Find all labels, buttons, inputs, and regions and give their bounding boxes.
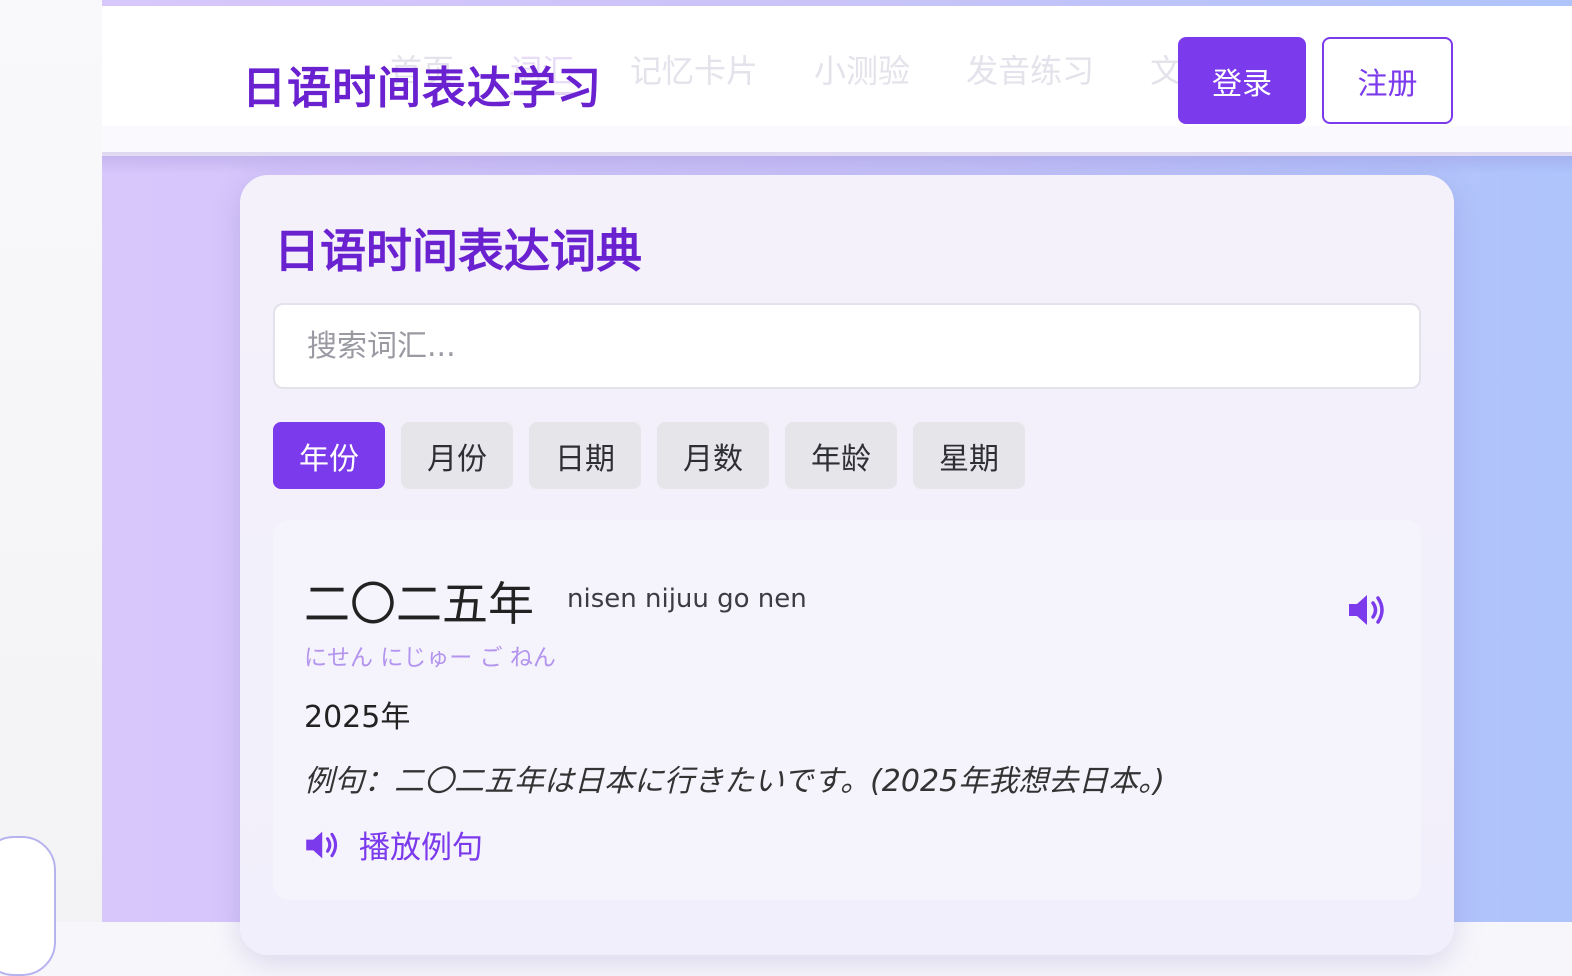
tab-age[interactable]: 年龄: [785, 422, 897, 489]
entry-meaning: 2025年: [304, 700, 411, 735]
register-button[interactable]: 注册: [1322, 37, 1453, 124]
play-example-label: 播放例句: [359, 830, 483, 866]
left-strip: [0, 0, 102, 922]
tab-date[interactable]: 日期: [529, 422, 641, 489]
play-word-button[interactable]: [1347, 592, 1391, 628]
entry-romaji: nisen nijuu go nen: [567, 584, 807, 614]
dictionary-card: 日语时间表达词典 年份 月份 日期 月数 年龄 星期 二〇二五年 nisen n…: [240, 175, 1454, 955]
nav-item-quiz[interactable]: 小测验: [814, 46, 910, 95]
volume-up-icon: [306, 831, 338, 858]
tab-month[interactable]: 月份: [401, 422, 513, 489]
volume-up-icon: [1349, 595, 1384, 625]
entry-kana: にせん にじゅー ご ねん: [304, 645, 556, 671]
play-example-button[interactable]: 播放例句: [303, 822, 483, 867]
tab-year[interactable]: 年份: [273, 422, 385, 489]
tab-month-count[interactable]: 月数: [657, 422, 769, 489]
login-button[interactable]: 登录: [1178, 37, 1306, 124]
nav-item-pronunciation[interactable]: 发音练习: [966, 46, 1094, 95]
top-header: 日语时间表达学习 首页 词汇 记忆卡片 小测验 发音练习 文 登录 注册: [102, 6, 1572, 156]
nav-item-flashcards[interactable]: 记忆卡片: [630, 46, 758, 95]
header-shadow: [102, 152, 1572, 174]
page-background: 日语时间表达学习 首页 词汇 记忆卡片 小测验 发音练习 文 登录 注册 日语时…: [102, 0, 1572, 955]
category-tabs: 年份 月份 日期 月数 年龄 星期: [273, 422, 1025, 489]
dictionary-title: 日语时间表达词典: [274, 224, 642, 278]
search-input[interactable]: [273, 303, 1421, 389]
brand-title[interactable]: 日语时间表达学习: [242, 52, 602, 116]
entry-word: 二〇二五年: [304, 577, 534, 631]
floating-widget[interactable]: [0, 836, 56, 976]
entry-example: 例句：二〇二五年は日本に行きたいです。(2025年我想去日本。): [304, 764, 1165, 799]
vocabulary-entry: 二〇二五年 nisen nijuu go nen にせん にじゅー ご ねん 2…: [273, 520, 1421, 900]
tab-weekday[interactable]: 星期: [913, 422, 1025, 489]
